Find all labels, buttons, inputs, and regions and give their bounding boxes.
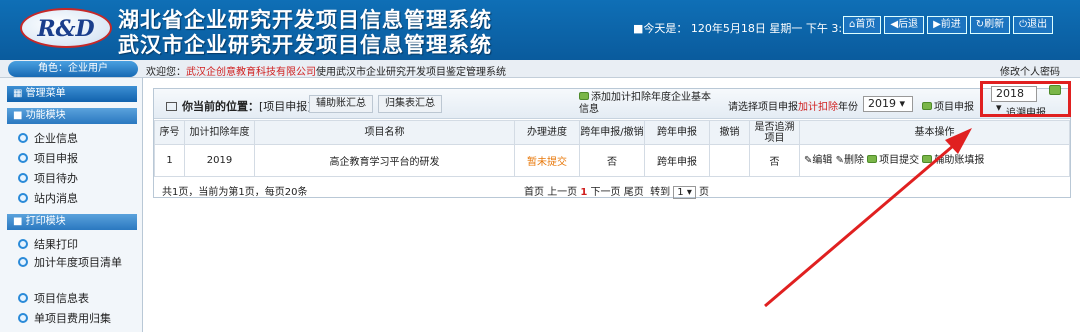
annotation-arrow: [764, 128, 972, 308]
arrow-shaft: [764, 138, 961, 308]
